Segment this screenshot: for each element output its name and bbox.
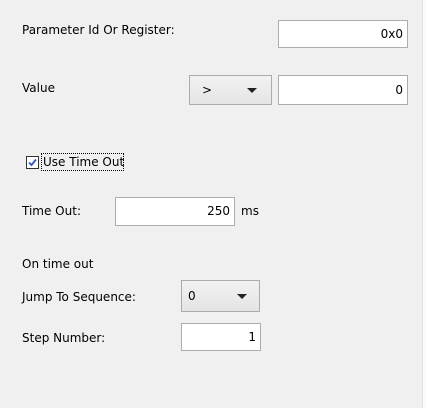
value-label: Value <box>22 81 55 95</box>
chevron-down-icon <box>247 88 257 93</box>
jump-to-sequence-value: 0 <box>188 289 196 303</box>
operator-value: > <box>202 83 213 97</box>
use-timeout-checkbox[interactable] <box>26 156 39 169</box>
parameter-id-label: Parameter Id Or Register: <box>22 23 175 37</box>
operator-dropdown[interactable]: > <box>189 75 272 105</box>
timeout-label: Time Out: <box>22 204 81 218</box>
step-number-label: Step Number: <box>22 331 106 345</box>
panel-edge <box>422 0 426 408</box>
checkmark-icon <box>28 158 37 167</box>
use-timeout-label[interactable]: Use Time Out <box>43 155 124 169</box>
step-number-input[interactable]: 1 <box>181 323 261 351</box>
parameter-id-input[interactable]: 0x0 <box>278 20 408 48</box>
timeout-input[interactable]: 250 <box>115 197 235 226</box>
on-timeout-heading: On time out <box>22 257 94 271</box>
timeout-unit: ms <box>241 204 259 218</box>
chevron-down-icon <box>237 294 247 299</box>
jump-to-sequence-label: Jump To Sequence: <box>22 290 136 304</box>
condition-panel: Parameter Id Or Register: 0x0 Value > 0 … <box>0 0 426 408</box>
value-input[interactable]: 0 <box>278 75 408 105</box>
jump-to-sequence-dropdown[interactable]: 0 <box>181 280 260 312</box>
